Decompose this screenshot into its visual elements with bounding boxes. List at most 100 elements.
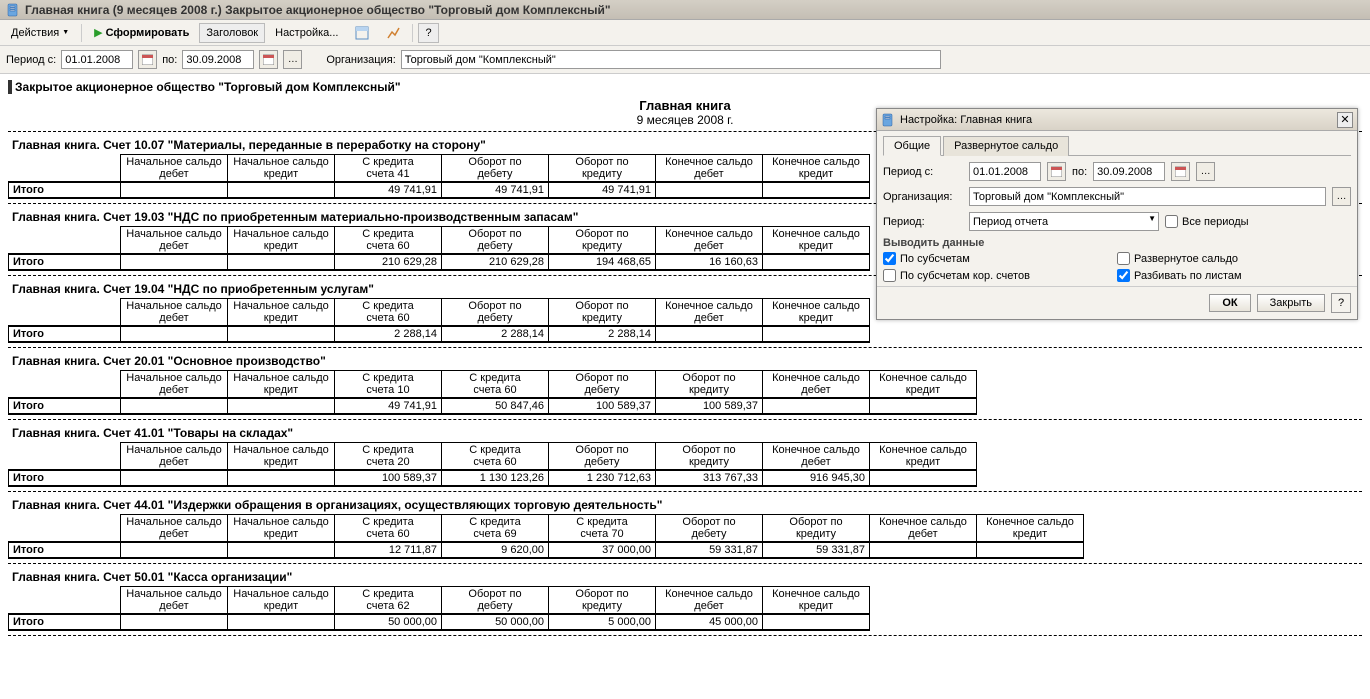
cell-value: 2 288,14 [442, 326, 549, 342]
s-period-select[interactable] [969, 212, 1159, 231]
cell-value [870, 542, 977, 558]
cell-value [228, 470, 335, 486]
cell-value: 194 468,65 [549, 254, 656, 270]
period-picker-button[interactable]: … [283, 50, 302, 69]
separator [8, 419, 1362, 420]
all-periods-label: Все периоды [1182, 216, 1249, 228]
close-button[interactable]: ✕ [1337, 112, 1353, 128]
org-input[interactable] [401, 50, 941, 69]
column-header: С кредитасчета 69 [442, 515, 549, 543]
s-period-picker-button[interactable]: … [1196, 162, 1215, 181]
cell-value: 100 589,37 [335, 470, 442, 486]
cell-value: 50 000,00 [335, 614, 442, 630]
column-header: Оборот покредиту [549, 227, 656, 255]
settings-button[interactable]: Настройка... [268, 23, 345, 43]
play-icon: ▶ [94, 26, 102, 39]
column-header: С кредитасчета 60 [335, 515, 442, 543]
column-header: Конечное сальдокредит [977, 515, 1084, 543]
column-header: Оборот покредиту [656, 371, 763, 399]
column-header: Оборот покредиту [763, 515, 870, 543]
section-title: Главная книга. Счет 44.01 "Издержки обра… [8, 498, 1362, 512]
cell-value: 50 847,46 [442, 398, 549, 414]
by-sub-cor-checkbox[interactable] [883, 269, 896, 282]
cell-value: 5 000,00 [549, 614, 656, 630]
ledger-table: Начальное сальдодебетНачальное сальдокре… [8, 154, 870, 199]
period-to-input[interactable] [182, 50, 254, 69]
cell-value [870, 398, 977, 414]
s-org-label: Организация: [883, 191, 963, 203]
output-header: Выводить данные [883, 237, 1351, 249]
actions-button[interactable]: Действия▼ [4, 23, 76, 43]
ok-button[interactable]: ОК [1209, 294, 1250, 312]
cell-value [121, 470, 228, 486]
cell-value [763, 614, 870, 630]
s-calendar-from-icon[interactable] [1047, 162, 1066, 181]
itog-label: Итого [9, 182, 121, 198]
cell-value: 916 945,30 [763, 470, 870, 486]
split-sheets-checkbox[interactable] [1117, 269, 1130, 282]
column-header: Начальное сальдодебет [121, 299, 228, 327]
period-from-label: Период с: [6, 54, 56, 66]
all-periods-checkbox[interactable] [1165, 215, 1178, 228]
cell-value: 210 629,28 [442, 254, 549, 270]
column-header: Конечное сальдодебет [763, 443, 870, 471]
help-button[interactable]: ? [418, 23, 438, 43]
close-button-2[interactable]: Закрыть [1257, 294, 1325, 312]
column-header: С кредитасчета 60 [442, 371, 549, 399]
s-org-input[interactable] [969, 187, 1326, 206]
toolbar: Действия▼ ▶Сформировать Заголовок Настро… [0, 20, 1370, 46]
s-org-picker-button[interactable]: … [1332, 187, 1351, 206]
calendar-to-icon[interactable] [259, 50, 278, 69]
chart-icon [386, 26, 400, 40]
cell-value [228, 182, 335, 198]
calendar-from-icon[interactable] [138, 50, 157, 69]
document-icon [881, 113, 895, 127]
by-sub-label: По субсчетам [900, 253, 970, 265]
cell-value: 2 288,14 [549, 326, 656, 342]
column-header: Начальное сальдодебет [121, 155, 228, 183]
by-sub-checkbox[interactable] [883, 252, 896, 265]
cell-value: 49 741,91 [549, 182, 656, 198]
column-header: Начальное сальдокредит [228, 587, 335, 615]
cell-value [121, 398, 228, 414]
cell-value [656, 182, 763, 198]
ledger-table: Начальное сальдодебетНачальное сальдокре… [8, 586, 870, 631]
header-button[interactable]: Заголовок [199, 23, 265, 43]
cell-value: 37 000,00 [549, 542, 656, 558]
settings-footer: ОК Закрыть ? [877, 286, 1357, 319]
cell-value [763, 326, 870, 342]
s-calendar-to-icon[interactable] [1171, 162, 1190, 181]
column-header: Оборот покредиту [549, 155, 656, 183]
cell-value: 12 711,87 [335, 542, 442, 558]
s-period-to-input[interactable] [1093, 162, 1165, 181]
column-header: Начальное сальдокредит [228, 371, 335, 399]
ledger-table: Начальное сальдодебетНачальное сальдокре… [8, 442, 977, 487]
column-header: Начальное сальдокредит [228, 443, 335, 471]
detailed-saldo-checkbox[interactable] [1117, 252, 1130, 265]
column-header: Конечное сальдодебет [870, 515, 977, 543]
tool-icon-2[interactable] [379, 23, 407, 43]
separator [8, 635, 1362, 636]
cell-value [977, 542, 1084, 558]
settings-dialog: Настройка: Главная книга ✕ Общие Разверн… [876, 108, 1358, 320]
cell-value: 100 589,37 [549, 398, 656, 414]
column-header: Начальное сальдокредит [228, 155, 335, 183]
column-header: Конечное сальдодебет [656, 155, 763, 183]
column-header: Начальное сальдодебет [121, 443, 228, 471]
help-button-2[interactable]: ? [1331, 293, 1351, 313]
cell-value: 1 230 712,63 [549, 470, 656, 486]
generate-button[interactable]: ▶Сформировать [87, 23, 196, 43]
itog-label: Итого [9, 614, 121, 630]
tool-icon-1[interactable] [348, 23, 376, 43]
tab-detailed[interactable]: Развернутое сальдо [943, 136, 1069, 156]
column-header: С кредитасчета 10 [335, 371, 442, 399]
cell-value: 16 160,63 [656, 254, 763, 270]
section-title: Главная книга. Счет 50.01 "Касса организ… [8, 570, 1362, 584]
s-period-from-input[interactable] [969, 162, 1041, 181]
tab-general[interactable]: Общие [883, 136, 941, 156]
column-header: Конечное сальдокредит [870, 371, 977, 399]
period-from-input[interactable] [61, 50, 133, 69]
cell-value: 100 589,37 [656, 398, 763, 414]
s-period-to-label: по: [1072, 166, 1087, 178]
column-header: С кредитасчета 60 [335, 227, 442, 255]
